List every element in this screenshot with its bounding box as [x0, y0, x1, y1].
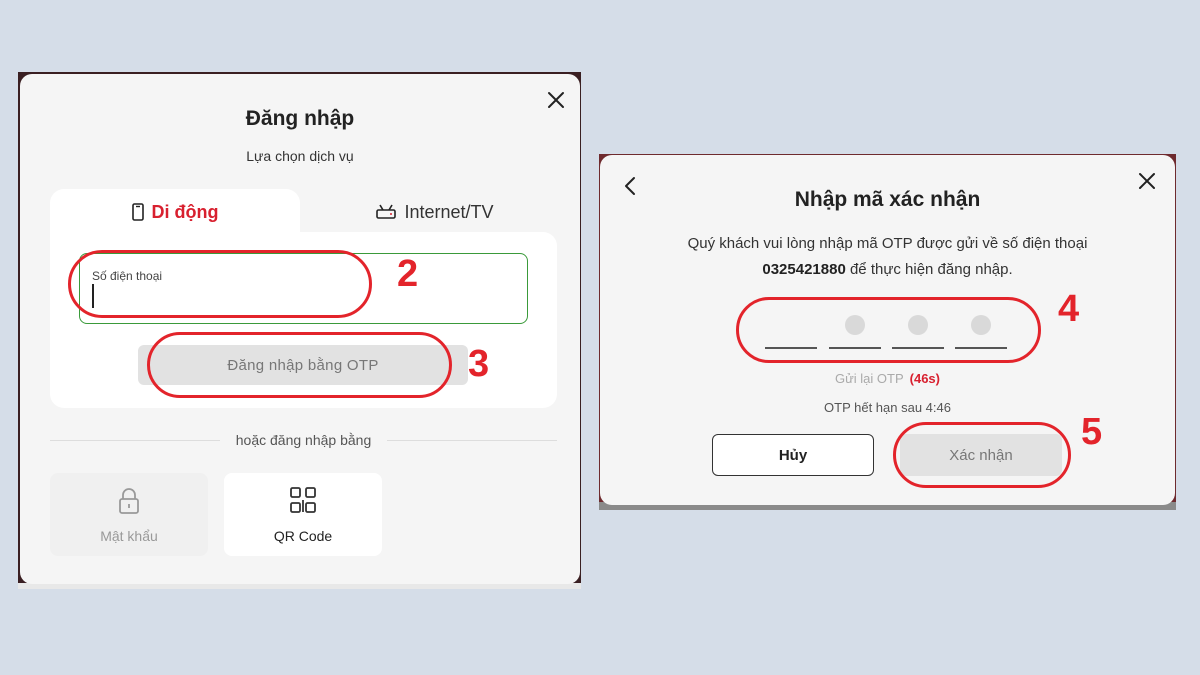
resend-countdown: (46s): [909, 371, 940, 386]
resend-otp[interactable]: Gửi lại OTP (46s): [600, 371, 1175, 386]
otp-digit-3[interactable]: [892, 311, 944, 351]
otp-phone-number: 0325421880: [762, 261, 846, 278]
close-icon[interactable]: [546, 90, 566, 110]
login-screenshot: Đăng nhập Lựa chọn dịch vụ Di động Inter…: [18, 72, 581, 589]
phone-icon: [131, 203, 144, 221]
phone-number-label: Số điện thoại: [92, 269, 163, 283]
dialog-subtitle: Lựa chọn dịch vụ: [246, 148, 354, 164]
otp-placeholder-dot: [971, 315, 991, 335]
otp-digit-underline: [955, 347, 1007, 349]
otp-placeholder-dot: [908, 315, 928, 335]
otp-description: Quý khách vui lòng nhập mã OTP được gửi …: [600, 231, 1175, 283]
step-number-2: 2: [397, 253, 419, 295]
cancel-button[interactable]: Hủy: [712, 434, 874, 476]
qr-code-login-label: QR Code: [273, 528, 333, 544]
qr-code-login-option[interactable]: QR Code: [224, 473, 382, 556]
phone-number-field[interactable]: Số điện thoại: [79, 253, 528, 324]
step-number-4: 4: [1058, 288, 1080, 330]
resend-otp-label: Gửi lại OTP: [834, 371, 904, 386]
lock-icon: [119, 488, 139, 514]
step-number-5: 5: [1081, 411, 1103, 453]
dialog-title: Đăng nhập: [245, 107, 355, 130]
otp-digit-1[interactable]: [765, 311, 817, 351]
login-dialog: Đăng nhập Lựa chọn dịch vụ Di động Inter…: [20, 74, 580, 584]
otp-input-group: [765, 311, 1010, 351]
otp-digit-2[interactable]: [829, 311, 881, 351]
otp-placeholder-dot: [845, 315, 865, 335]
login-otp-button[interactable]: Đăng nhập bằng OTP: [138, 345, 468, 385]
otp-digit-4[interactable]: [955, 311, 1007, 351]
qr-code-icon: [290, 487, 316, 513]
divider-line-right: [387, 440, 557, 441]
tab-internet-tv[interactable]: Internet/TV: [310, 189, 560, 235]
step-number-3: 3: [468, 343, 490, 385]
tab-mobile-label: Di động: [151, 201, 219, 222]
otp-description-line2: 0325421880 để thực hiện đăng nhập.: [600, 257, 1175, 283]
password-login-option[interactable]: Mật khẩu: [50, 473, 208, 556]
or-divider: hoặc đăng nhập bằng: [50, 432, 557, 448]
tab-mobile[interactable]: Di động: [50, 189, 300, 235]
router-icon: [376, 204, 397, 219]
otp-screenshot: Nhập mã xác nhận Quý khách vui lòng nhập…: [599, 154, 1176, 510]
otp-description-suffix: để thực hiện đăng nhập.: [845, 261, 1013, 278]
confirm-button[interactable]: Xác nhận: [900, 434, 1062, 476]
otp-digit-underline: [892, 347, 944, 349]
text-caret: [92, 284, 94, 308]
otp-digit-underline: [829, 347, 881, 349]
tab-internet-tv-label: Internet/TV: [404, 201, 494, 222]
otp-description-line1: Quý khách vui lòng nhập mã OTP được gửi …: [687, 235, 1088, 252]
password-login-label: Mật khẩu: [100, 528, 158, 544]
otp-title: Nhập mã xác nhận: [794, 188, 981, 211]
otp-digit-underline: [765, 347, 817, 349]
